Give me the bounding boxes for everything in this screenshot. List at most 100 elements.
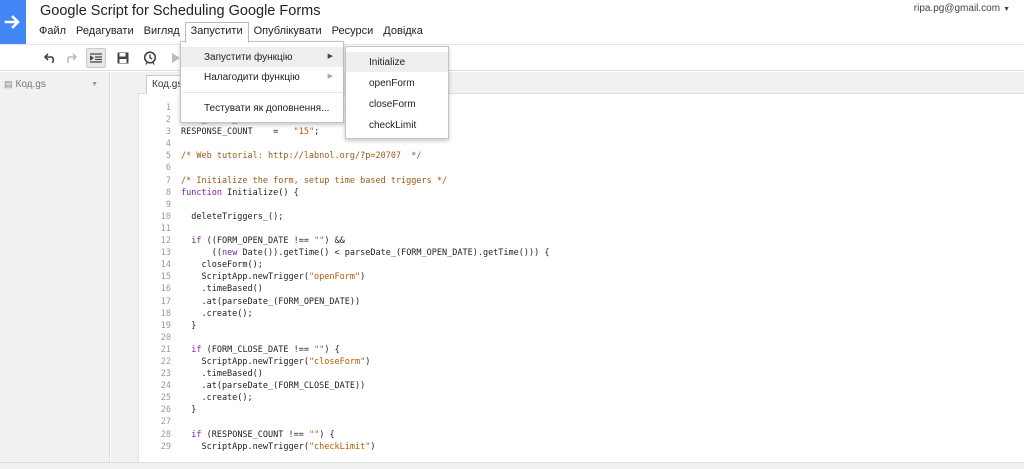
line-number: 13: [160, 248, 171, 259]
code-line[interactable]: /* Web tutorial: http://labnol.org/?p=20…: [181, 150, 549, 162]
code-line[interactable]: [181, 199, 549, 211]
line-number: 16: [160, 284, 171, 295]
menu-item-label: Налагодити функцію: [204, 72, 300, 83]
line-number: 12: [160, 236, 171, 247]
line-number: 27: [160, 417, 171, 428]
code-line[interactable]: .at(parseDate_(FORM_OPEN_DATE)): [181, 296, 549, 308]
menu-file[interactable]: Файл: [34, 22, 71, 42]
menu-view[interactable]: Вигляд: [139, 22, 185, 42]
line-number: 9: [165, 199, 171, 210]
file-item-label: Код.gs: [15, 78, 46, 90]
code-line[interactable]: ScriptApp.newTrigger("openForm"): [181, 271, 549, 283]
line-number: 5: [165, 151, 171, 162]
project-title[interactable]: Google Script for Scheduling Google Form…: [40, 3, 320, 19]
redo-icon[interactable]: [60, 48, 80, 68]
chevron-down-icon[interactable]: ▼: [91, 81, 98, 88]
code-line[interactable]: .create();: [181, 308, 549, 320]
line-number: 17: [160, 296, 171, 307]
file-item[interactable]: ▤ Код.gs ▼: [0, 75, 110, 93]
submenu-item-openform[interactable]: openForm: [346, 73, 448, 93]
submenu-arrow-icon: ▶: [327, 73, 333, 80]
code-editor[interactable]: 1 2 3 4 5 6 7 8 9 10 11 12 13 14 15 16 17 18 19 20 21 22 23 24 2…: [138, 94, 1024, 462]
submenu-item-checklimit[interactable]: checkLimit: [346, 115, 448, 135]
triggers-clock-icon[interactable]: [140, 48, 160, 68]
toolbar: [0, 44, 1024, 71]
line-number: 1: [165, 103, 171, 113]
document-icon: ▤: [4, 78, 13, 89]
code-line[interactable]: ScriptApp.newTrigger("closeForm"): [181, 356, 549, 368]
code-line[interactable]: .timeBased(): [181, 368, 549, 380]
save-icon[interactable]: [113, 48, 133, 68]
submenu-item-initialize[interactable]: Initialize: [346, 52, 448, 72]
line-number: 18: [160, 308, 171, 319]
code-line[interactable]: }: [181, 320, 549, 332]
code-line[interactable]: if (RESPONSE_COUNT !== "") {: [181, 429, 549, 441]
code-line[interactable]: [181, 223, 549, 235]
arrow-right-icon: [4, 15, 20, 29]
line-number: 22: [160, 356, 171, 367]
code-line[interactable]: [181, 138, 549, 150]
menu-run[interactable]: Запустити: [184, 22, 249, 43]
code-line[interactable]: [181, 162, 549, 174]
code-line[interactable]: }: [181, 404, 549, 416]
code-line[interactable]: [181, 416, 549, 428]
menu-publish[interactable]: Опублікувати: [249, 22, 327, 42]
status-bar: [0, 462, 1024, 469]
line-number: 25: [160, 393, 171, 404]
run-menu-dropdown: Запустити функцію ▶ Налагодити функцію ▶…: [180, 41, 344, 123]
line-number: 26: [160, 405, 171, 416]
code-line[interactable]: .timeBased(): [181, 283, 549, 295]
menu-item-run-function[interactable]: Запустити функцію ▶: [181, 47, 343, 67]
line-number: 23: [160, 369, 171, 380]
account-menu[interactable]: ripa.pg@gmail.com ▼: [914, 3, 1010, 14]
line-number: 14: [160, 260, 171, 271]
function-submenu: Initialize openForm closeForm checkLimit: [345, 46, 449, 139]
submenu-item-closeform[interactable]: closeForm: [346, 94, 448, 114]
menu-item-label: Запустити функцію: [204, 52, 293, 63]
file-panel: ▤ Код.gs ▼: [0, 72, 110, 462]
line-number: 19: [160, 320, 171, 331]
menu-item-label: Тестувати як доповнення...: [204, 103, 330, 114]
line-number: 7: [165, 175, 171, 186]
menu-edit[interactable]: Редагувати: [71, 22, 139, 42]
panel-divider[interactable]: [111, 72, 138, 462]
code-line[interactable]: [181, 332, 549, 344]
menu-bar: Файл Редагувати Вигляд Запустити Опублік…: [34, 22, 428, 43]
line-number: 28: [160, 429, 171, 440]
menu-divider: [182, 92, 342, 93]
code-line[interactable]: closeForm();: [181, 259, 549, 271]
code-line[interactable]: if ((FORM_OPEN_DATE !== "") &&: [181, 235, 549, 247]
chevron-down-icon: ▼: [1003, 6, 1010, 13]
code-line[interactable]: /* Initialize the form, setup time based…: [181, 175, 549, 187]
line-number: 3: [165, 127, 171, 138]
apps-script-logo[interactable]: [0, 0, 26, 44]
line-number: 4: [165, 139, 171, 150]
submenu-arrow-icon: ▶: [327, 53, 333, 60]
line-number: 8: [165, 187, 171, 198]
undo-icon[interactable]: [40, 48, 60, 68]
line-number: 6: [165, 163, 171, 174]
line-number: 29: [160, 441, 171, 452]
code-line[interactable]: if (FORM_CLOSE_DATE !== "") {: [181, 344, 549, 356]
menu-item-debug-function[interactable]: Налагодити функцію ▶: [181, 67, 343, 87]
code-line[interactable]: function Initialize() {: [181, 187, 549, 199]
code-line[interactable]: .at(parseDate_(FORM_CLOSE_DATE)): [181, 380, 549, 392]
line-number: 11: [160, 223, 171, 234]
line-numbers: 1 2 3 4 5 6 7 8 9 10 11 12 13 14 15 16 17 18 19 20 21 22 23 24 2…: [139, 102, 171, 453]
line-number: 20: [160, 332, 171, 343]
account-email: ripa.pg@gmail.com: [913, 3, 1001, 14]
line-number: 21: [160, 344, 171, 355]
code-line[interactable]: ((new Date()).getTime() < parseDate_(FOR…: [181, 247, 550, 259]
indent-icon[interactable]: [86, 48, 106, 68]
line-number: 2: [165, 115, 171, 126]
line-number: 10: [160, 211, 171, 222]
menu-resources[interactable]: Ресурси: [327, 22, 379, 42]
menu-help[interactable]: Довідка: [378, 22, 428, 42]
code-content[interactable]: FORM_OPEN_DATE = "2017-01-12 15:00";FORM…: [181, 102, 549, 453]
code-line[interactable]: .create();: [181, 392, 549, 404]
menu-item-test-as-addon[interactable]: Тестувати як доповнення...: [181, 98, 343, 118]
line-number: 24: [160, 381, 171, 392]
code-line[interactable]: deleteTriggers_();: [181, 211, 549, 223]
code-line[interactable]: ScriptApp.newTrigger("checkLimit"): [181, 441, 549, 453]
line-number: 15: [160, 272, 171, 283]
